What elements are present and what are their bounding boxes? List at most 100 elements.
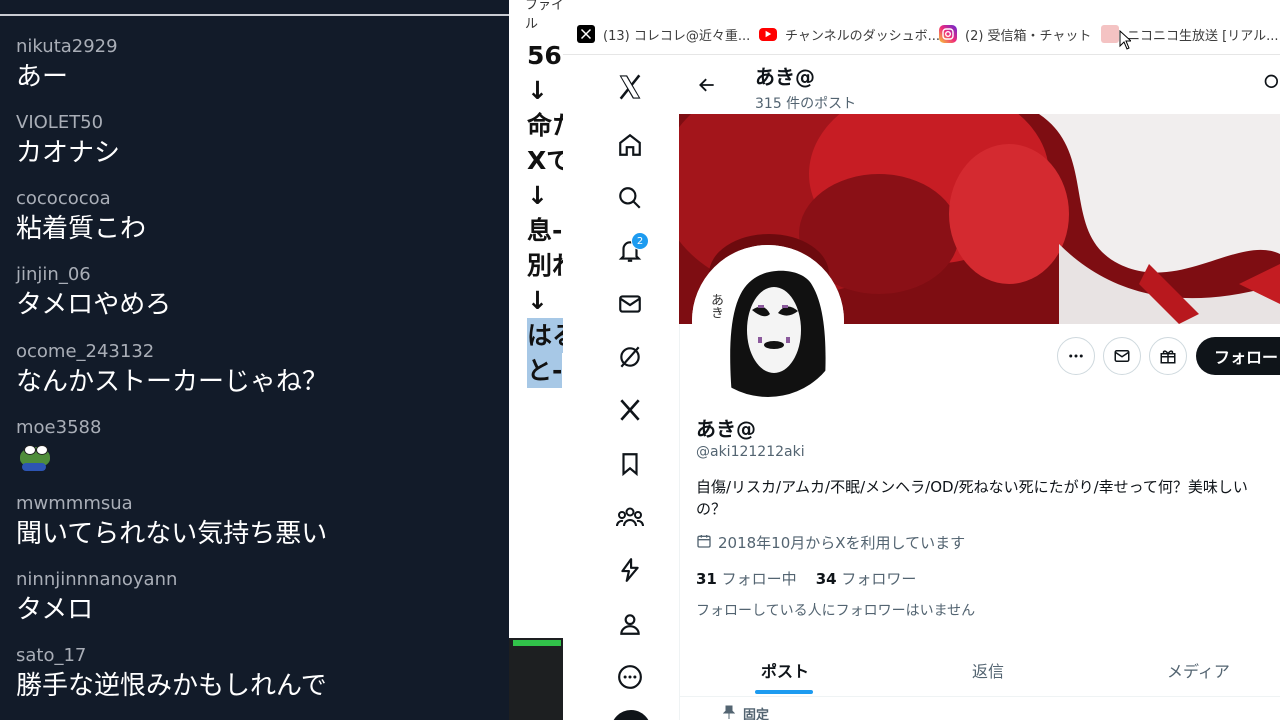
chat-message: moe3588	[16, 417, 101, 475]
chat-message: ocome_243132 なんかストーカーじゃね？	[16, 341, 328, 399]
post-button[interactable]	[611, 710, 651, 720]
more-icon[interactable]	[613, 660, 647, 694]
follow-stats: 31 フォロー中 34 フォロワー	[696, 568, 916, 589]
known-followers-text: フォローしている人にフォロワーはいません	[696, 603, 976, 619]
chat-username: cocococoa	[16, 188, 111, 209]
editor-line: Xで	[527, 146, 564, 175]
niconico-icon	[1101, 25, 1119, 43]
bookmark-label: ニコニコ生放送 [リアル...	[1127, 28, 1279, 44]
editor-selected-line: と-	[527, 353, 563, 388]
live-chat-panel: nikuta2929 あー VIOLET50 カオナシ cocococoa 粘着…	[0, 0, 509, 720]
editor-line: 命た	[527, 111, 564, 140]
chat-message: ninnjinnnanoyann タメロ	[16, 569, 177, 627]
editor-line: 別れ	[527, 251, 564, 280]
chat-username: moe3588	[16, 417, 102, 438]
editor-selected-line: はる	[527, 318, 564, 353]
editor-text[interactable]: 56 ↓ 命た Xで ↓ 息- 別れ ↓ はる と-	[527, 38, 564, 388]
bookmark-label: (2) 受信箱・チャット	[965, 28, 1092, 44]
chat-username: jinjin_06	[16, 264, 91, 285]
editor-line: ↓	[527, 76, 548, 105]
pinned-text: 固定	[743, 708, 770, 720]
gift-button[interactable]	[1149, 337, 1187, 375]
chat-text: タメロ	[16, 595, 94, 625]
active-tab-indicator	[755, 690, 813, 694]
communities-icon[interactable]	[613, 500, 647, 534]
following-label: フォロー中	[721, 570, 797, 588]
chat-text: 粘着質こわ	[16, 214, 147, 244]
text-editor-window: ファイル 56 ↓ 命た Xで ↓ 息- 別れ ↓ はる と-	[509, 0, 564, 720]
follow-button[interactable]: フォロー	[1196, 337, 1280, 375]
chat-text: タメロやめろ	[16, 290, 172, 320]
notification-badge: 2	[631, 232, 649, 250]
editor-bottom-panel	[509, 638, 564, 720]
verified-orgs-icon[interactable]	[613, 553, 647, 587]
followers-count: 34	[815, 570, 837, 588]
x-logo-icon[interactable]	[613, 70, 647, 104]
youtube-icon	[759, 27, 777, 41]
bookmark-instagram[interactable]: (2) 受信箱・チャット	[939, 24, 1091, 44]
tab-media[interactable]: メディア	[1167, 658, 1230, 682]
header-display-name: あき@	[755, 65, 815, 89]
profile-header: あき@ 315 件のポスト	[679, 55, 1280, 114]
user-handle: @aki121212aki	[696, 444, 805, 460]
profile-avatar[interactable]: あき	[692, 245, 844, 397]
chat-message: nikuta2929 あー	[16, 36, 118, 94]
mouse-cursor-icon	[1119, 30, 1131, 50]
chat-username: mwmmmsua	[16, 493, 133, 514]
instagram-icon	[939, 25, 957, 43]
frog-sticker-icon	[16, 443, 56, 471]
bookmark-youtube[interactable]: チャンネルのダッシュボ...	[759, 24, 940, 44]
chat-username: VIOLET50	[16, 112, 104, 133]
chat-text: 勝手な逆恨みかもしれんで	[16, 671, 327, 701]
search-icon[interactable]	[1263, 73, 1280, 97]
message-button[interactable]	[1103, 337, 1141, 375]
search-icon[interactable]	[613, 181, 647, 215]
x-logo-icon	[577, 25, 595, 43]
chat-message: cocococoa 粘着質こわ	[16, 188, 146, 246]
chat-text: 聞いてられない気持ち悪い	[16, 519, 328, 549]
editor-line: 息-	[527, 216, 563, 245]
chat-text: カオナシ	[16, 138, 121, 168]
pinned-label: 固定	[722, 704, 770, 720]
chat-text: あー	[16, 62, 69, 92]
join-date-text: 2018年10月からXを利用しています	[718, 534, 966, 552]
notifications-icon[interactable]: 2	[613, 232, 649, 268]
post-count: 315 件のポスト	[755, 96, 857, 112]
chat-message: mwmmmsua 聞いてられない気持ち悪い	[16, 493, 327, 551]
chat-username: ninnjinnnanoyann	[16, 569, 178, 590]
x-side-nav: 2	[563, 55, 680, 720]
chat-top-divider	[0, 14, 509, 16]
bookmark-label: チャンネルのダッシュボ...	[785, 28, 941, 44]
display-name: あき@	[696, 417, 756, 441]
chat-message: jinjin_06 タメロやめろ	[16, 264, 171, 322]
chat-username: ocome_243132	[16, 341, 155, 362]
chat-text: なんかストーカーじゃね？	[16, 367, 329, 397]
bookmarks-icon[interactable]	[613, 447, 647, 481]
more-options-button[interactable]	[1057, 337, 1095, 375]
editor-line: ↓	[527, 286, 548, 315]
join-date: 2018年10月からXを利用しています	[696, 532, 965, 553]
avatar-text: あき	[708, 293, 723, 319]
editor-menu-file[interactable]: ファイル	[525, 0, 564, 32]
grok-icon[interactable]	[613, 340, 647, 374]
tabs-divider	[679, 696, 1280, 697]
back-arrow-icon[interactable]	[697, 75, 717, 99]
tab-replies[interactable]: 返信	[972, 658, 1004, 682]
tab-posts[interactable]: ポスト	[761, 658, 809, 682]
chat-username: sato_17	[16, 645, 87, 666]
followers-label: フォロワー	[841, 570, 917, 588]
bookmark-label: (13) コレコレ@近々重...	[603, 28, 751, 44]
profile-column: あき@ 315 件のポスト あき フォロー あき@ @aki121212aki …	[679, 55, 1280, 720]
messages-icon[interactable]	[613, 287, 647, 321]
chat-username: nikuta2929	[16, 36, 118, 57]
followers-link[interactable]: 34 フォロワー	[816, 570, 917, 588]
following-count: 31	[696, 570, 717, 588]
home-icon[interactable]	[613, 128, 647, 162]
editor-line: 56	[527, 41, 562, 70]
following-link[interactable]: 31 フォロー中	[696, 570, 797, 588]
chat-message: sato_17 勝手な逆恨みかもしれんで	[16, 645, 327, 703]
bookmark-x[interactable]: (13) コレコレ@近々重...	[577, 24, 750, 44]
premium-x-icon[interactable]	[613, 393, 647, 427]
profile-icon[interactable]	[613, 607, 647, 641]
bookmarks-bar: (13) コレコレ@近々重... チャンネルのダッシュボ... (2) 受信箱・…	[563, 14, 1280, 55]
